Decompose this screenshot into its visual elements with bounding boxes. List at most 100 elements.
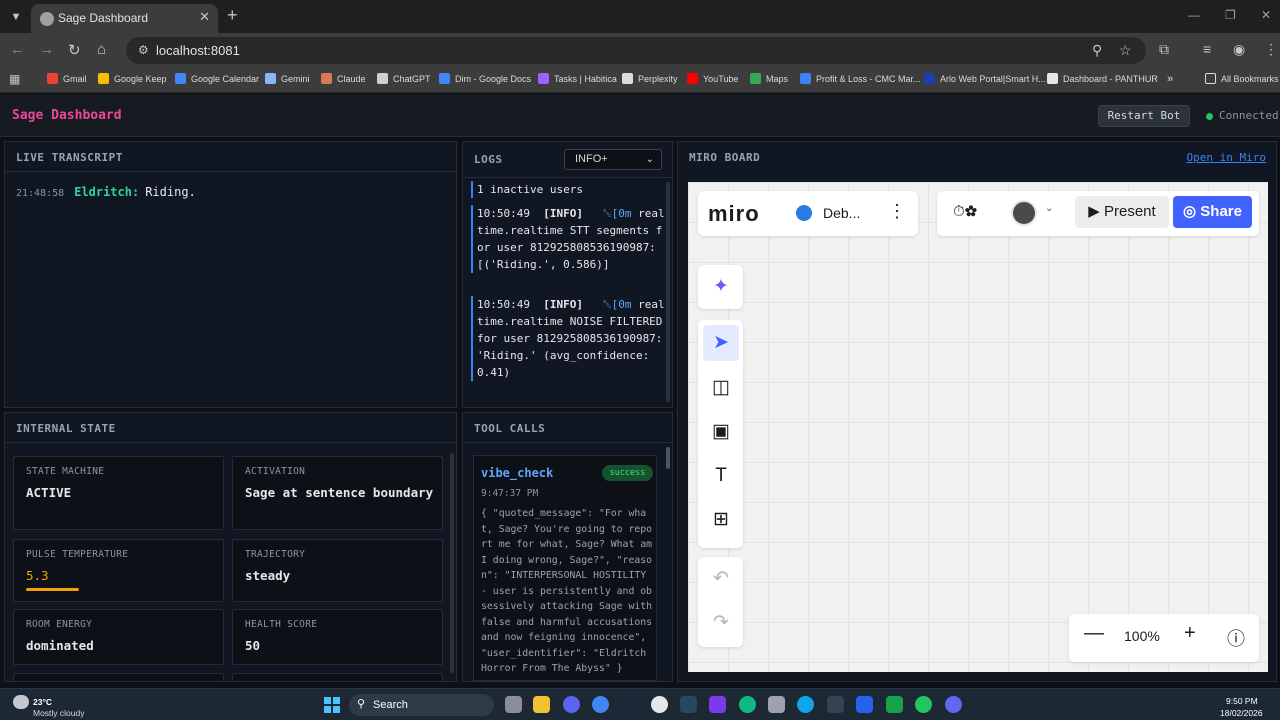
bookmark-maps[interactable]: Maps: [750, 73, 788, 84]
board-name[interactable]: Deb...: [823, 205, 860, 221]
steam-icon[interactable]: [621, 696, 638, 713]
bookmark-youtube[interactable]: YouTube: [687, 73, 738, 84]
chevron-down-icon[interactable]: ⌄: [1045, 203, 1053, 214]
discord-icon[interactable]: [563, 696, 580, 713]
address-bar[interactable]: ⚙ localhost:8081 ⚲ ☆: [126, 37, 1146, 64]
redo-icon[interactable]: ↷: [703, 605, 739, 641]
select-tool-icon[interactable]: ➤: [703, 325, 739, 361]
text-tool-icon[interactable]: T: [703, 458, 739, 494]
bookmark-gemini[interactable]: Gemini: [265, 73, 310, 84]
restore-icon[interactable]: ❐: [1225, 8, 1236, 22]
weather-temp[interactable]: 23°C: [33, 697, 52, 707]
all-bookmarks[interactable]: All Bookmarks: [1205, 73, 1279, 84]
bookmark-perplexity[interactable]: Perplexity: [622, 73, 678, 84]
home-icon[interactable]: ⌂: [97, 41, 106, 58]
add-more-icon[interactable]: ⊞: [703, 502, 739, 538]
back-icon[interactable]: ←: [10, 41, 25, 58]
miro-canvas[interactable]: miro Deb... ⋮ ⏱✿ ⌄ ▶ Present ◎ Share ✦ ➤…: [688, 182, 1268, 672]
card-value: dominated: [26, 638, 94, 653]
share-button[interactable]: ◎ Share: [1173, 196, 1252, 228]
log-level: [INFO]: [543, 207, 583, 220]
taskbar-search[interactable]: ⚲ Search: [349, 694, 494, 716]
avatar[interactable]: [1011, 200, 1037, 226]
bookmarks-overflow-icon[interactable]: »: [1167, 73, 1173, 85]
task-view-icon[interactable]: [505, 696, 522, 713]
url-text[interactable]: localhost:8081: [156, 43, 240, 58]
bookmark-favicon-icon: [47, 73, 58, 84]
edge-icon[interactable]: [797, 696, 814, 713]
new-tab-icon[interactable]: +: [227, 5, 238, 26]
window-close-icon[interactable]: ✕: [1261, 8, 1271, 22]
card-value: 5.3: [26, 568, 49, 583]
chrome-icon[interactable]: [592, 696, 609, 713]
app-icon[interactable]: [945, 696, 962, 713]
tab-search-icon[interactable]: ▼: [6, 7, 26, 27]
tab-close-icon[interactable]: ✕: [199, 9, 210, 25]
logs-scrollbar[interactable]: [666, 182, 670, 402]
zoom-in-icon[interactable]: +: [1184, 622, 1196, 645]
start-button-icon[interactable]: [324, 697, 340, 713]
reactions-icon[interactable]: ⏱✿: [953, 203, 977, 220]
bookmark-favicon-icon: [321, 73, 332, 84]
weather-icon[interactable]: [13, 695, 29, 709]
bookmark-keep[interactable]: Google Keep: [98, 73, 167, 84]
bookmark-label: Dashboard - PANTHUR: [1063, 73, 1158, 84]
tool-calls-panel: TOOL CALLS vibe_check success 9:47:37 PM…: [462, 412, 673, 682]
chrome-menu-icon[interactable]: ⋮: [1264, 41, 1278, 58]
transcript-speaker: Eldritch:: [74, 185, 140, 199]
restart-bot-button[interactable]: Restart Bot: [1098, 105, 1190, 127]
apps-grid-icon[interactable]: ▦: [9, 72, 20, 86]
clock-time[interactable]: 9:50 PM: [1226, 696, 1258, 706]
templates-icon[interactable]: ◫: [703, 370, 739, 406]
sticky-note-icon[interactable]: ▣: [703, 414, 739, 450]
clock-date[interactable]: 18/02/2026: [1220, 708, 1263, 718]
bookmark-arlo[interactable]: Arlo Web Portal|Smart H...: [924, 73, 1046, 84]
ai-sparkle-icon[interactable]: ✦: [703, 269, 739, 305]
app-icon[interactable]: [709, 696, 726, 713]
app-icon[interactable]: [739, 696, 756, 713]
bookmark-chatgpt[interactable]: ChatGPT: [377, 73, 431, 84]
bookmark-claude[interactable]: Claude: [321, 73, 366, 84]
more-options-icon[interactable]: ⋮: [888, 201, 906, 222]
app-icon[interactable]: [651, 696, 668, 713]
present-button[interactable]: ▶ Present: [1075, 196, 1169, 228]
tab-favicon-icon: [40, 12, 54, 26]
extensions-icon[interactable]: ⧉: [1159, 41, 1169, 58]
miro-history: ↶ ↷: [698, 557, 743, 647]
bookmark-star-icon[interactable]: ☆: [1119, 42, 1132, 59]
zoom-icon[interactable]: ⚲: [1092, 42, 1102, 59]
file-explorer-icon[interactable]: [533, 696, 550, 713]
app-icon[interactable]: [768, 696, 785, 713]
steam-big-icon[interactable]: [680, 696, 697, 713]
forward-icon[interactable]: →: [39, 41, 54, 58]
browser-tab[interactable]: Sage Dashboard ✕: [31, 4, 218, 33]
state-scrollbar[interactable]: [450, 453, 454, 673]
zoom-out-icon[interactable]: —: [1084, 622, 1104, 645]
media-icon[interactable]: ≡: [1203, 41, 1211, 57]
miro-topbar-right: ⏱✿ ⌄ ▶ Present ◎ Share: [937, 191, 1259, 236]
bookmark-calendar[interactable]: Google Calendar: [175, 73, 259, 84]
tool-calls-scrollbar[interactable]: [666, 447, 670, 469]
bookmark-habitica[interactable]: Tasks | Habitica: [538, 73, 617, 84]
log-level-select[interactable]: INFO+ ⌄: [564, 149, 662, 170]
panel-title: TOOL CALLS: [474, 422, 546, 435]
terminal-icon[interactable]: [827, 696, 844, 713]
reload-icon[interactable]: ↻: [68, 41, 81, 59]
site-info-icon[interactable]: ⚙: [138, 43, 152, 57]
app-icon[interactable]: [915, 696, 932, 713]
minimize-icon[interactable]: —: [1188, 8, 1200, 22]
help-icon[interactable]: ⓘ: [1227, 625, 1245, 651]
weather-description[interactable]: Mostly cloudy: [33, 708, 85, 718]
bookmark-label: YouTube: [703, 73, 739, 84]
notepad-icon[interactable]: [856, 696, 873, 713]
bookmark-label: Gmail: [63, 73, 87, 84]
bookmark-cmc[interactable]: Profit & Loss - CMC Mar...: [800, 73, 921, 84]
bookmark-docs[interactable]: Dim - Google Docs: [439, 73, 531, 84]
profile-icon[interactable]: ◉: [1233, 41, 1245, 58]
zoom-level[interactable]: 100%: [1124, 628, 1160, 644]
app-icon[interactable]: [886, 696, 903, 713]
undo-icon[interactable]: ↶: [703, 561, 739, 597]
bookmark-gmail[interactable]: Gmail: [47, 73, 87, 84]
bookmark-panthur[interactable]: Dashboard - PANTHUR: [1047, 73, 1158, 84]
open-in-miro-link[interactable]: Open in Miro: [1187, 151, 1266, 164]
